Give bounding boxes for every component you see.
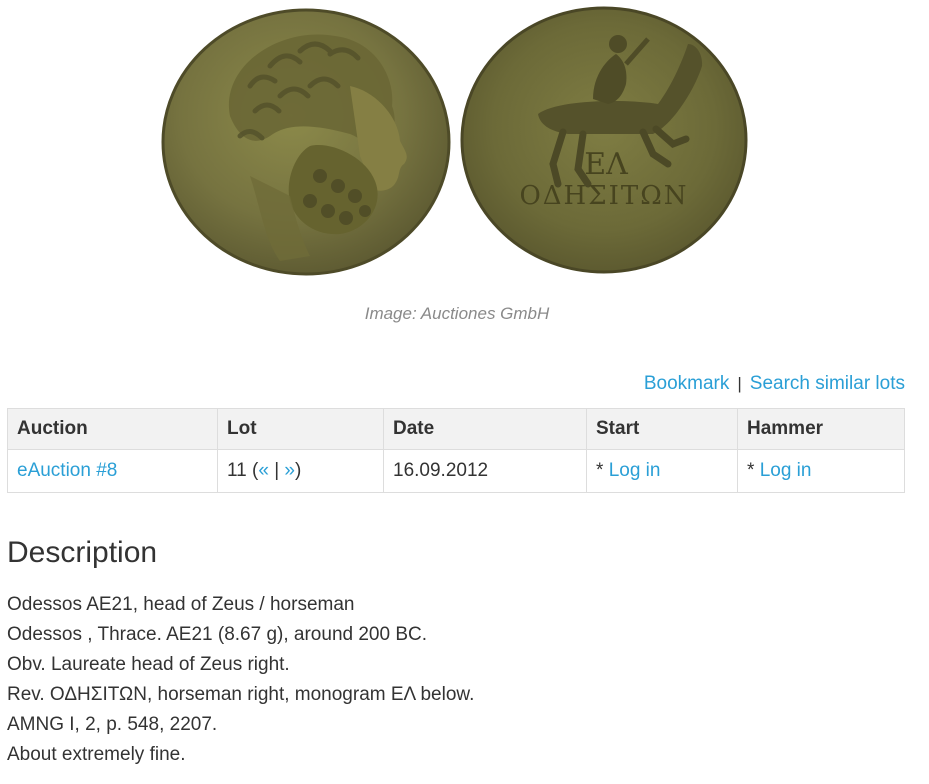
reverse-legend: ΟΔΗΣΙΤΩΝ: [519, 181, 688, 211]
cell-hammer: * Log in: [737, 449, 905, 493]
next-lot-link[interactable]: »: [284, 460, 295, 481]
table-header-row: Auction Lot Date Start Hammer: [7, 408, 905, 450]
description-heading: Description: [7, 536, 158, 569]
actions-separator: |: [737, 374, 742, 393]
table-row: eAuction #8 11 (« | ») 16.09.2012 * Log …: [7, 449, 905, 493]
header-hammer: Hammer: [737, 408, 905, 450]
cell-auction: eAuction #8: [7, 449, 218, 493]
start-prefix: *: [596, 460, 609, 481]
lot-number: 11 (: [227, 460, 259, 481]
reverse-monogram: ΕΛ: [584, 147, 628, 182]
hammer-prefix: *: [747, 460, 760, 481]
auction-table: Auction Lot Date Start Hammer eAuction #…: [7, 408, 905, 493]
description-line: Odessos , Thrace. AE21 (8.67 g), around …: [7, 624, 428, 645]
description-line: AMNG I, 2, p. 548, 2207.: [7, 714, 218, 735]
cell-lot: 11 (« | »): [217, 449, 384, 493]
lot-actions: Bookmark | Search similar lots: [644, 373, 905, 395]
description-line: About extremely fine.: [7, 744, 186, 765]
hammer-login-link[interactable]: Log in: [760, 460, 812, 481]
header-auction: Auction: [7, 408, 218, 450]
search-similar-lots-link[interactable]: Search similar lots: [750, 373, 905, 394]
coin-image: ΕΛ ΟΔΗΣΙΤΩΝ: [0, 0, 929, 290]
cell-date: 16.09.2012: [383, 449, 587, 493]
lot-close-paren: ): [295, 460, 302, 481]
start-login-link[interactable]: Log in: [609, 460, 661, 481]
description-text: Odessos AE21, head of Zeus / horseman Od…: [7, 590, 474, 770]
header-lot: Lot: [217, 408, 384, 450]
description-line: Obv. Laureate head of Zeus right.: [7, 654, 290, 675]
auction-link[interactable]: eAuction #8: [17, 460, 117, 481]
description-line: Odessos AE21, head of Zeus / horseman: [7, 594, 355, 615]
description-line: Rev. ΟΔΗΣΙΤΩΝ, horseman right, monogram …: [7, 684, 475, 705]
lot-nav-separator: |: [268, 460, 285, 481]
image-caption: Image: Auctiones GmbH: [364, 304, 550, 323]
coin-obverse-image: [161, 8, 451, 276]
cell-start: * Log in: [586, 449, 738, 493]
bookmark-link[interactable]: Bookmark: [644, 373, 730, 394]
previous-lot-link[interactable]: «: [258, 460, 269, 481]
coin-reverse-image: ΕΛ ΟΔΗΣΙΤΩΝ: [460, 6, 748, 274]
header-date: Date: [383, 408, 587, 450]
header-start: Start: [586, 408, 738, 450]
